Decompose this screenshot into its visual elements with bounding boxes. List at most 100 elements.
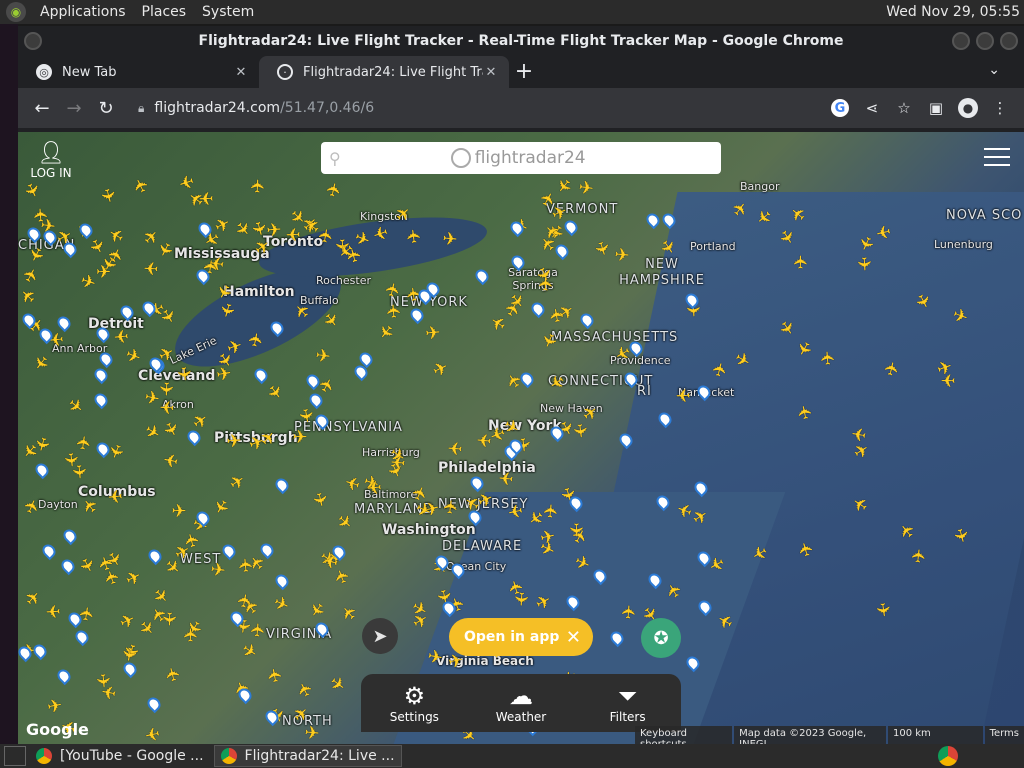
plane-icon[interactable]: ✈ bbox=[226, 470, 251, 496]
taskbar-item-youtube[interactable]: [YouTube - Google ... bbox=[30, 745, 210, 767]
filters-button[interactable]: ⏷ Filters bbox=[588, 682, 668, 724]
plane-icon[interactable]: ✈ bbox=[618, 602, 640, 621]
window-titlebar[interactable]: Flightradar24: Live Flight Tracker - Rea… bbox=[18, 26, 1024, 56]
plane-icon[interactable]: ✈ bbox=[818, 349, 840, 368]
plane-icon[interactable]: ✈ bbox=[872, 600, 895, 620]
plane-icon[interactable]: ✈ bbox=[19, 179, 44, 203]
plane-icon[interactable]: ✈ bbox=[111, 325, 131, 347]
airport-pin-icon[interactable] bbox=[55, 667, 74, 686]
plane-icon[interactable]: ✈ bbox=[291, 427, 309, 448]
login-button[interactable]: 👤︎ LOG IN bbox=[30, 142, 72, 181]
airport-pin-icon[interactable] bbox=[272, 475, 292, 494]
plane-icon[interactable]: ✈ bbox=[324, 672, 350, 698]
airport-pin-icon[interactable] bbox=[252, 366, 271, 385]
taskbar-item-flightradar[interactable]: Flightradar24: Live ... bbox=[213, 745, 402, 767]
airport-pin-icon[interactable] bbox=[272, 571, 291, 591]
show-desktop-icon[interactable] bbox=[4, 746, 26, 766]
plane-icon[interactable]: ✈ bbox=[19, 263, 45, 287]
airport-pin-icon[interactable] bbox=[92, 390, 111, 409]
plane-icon[interactable]: ✈ bbox=[73, 554, 99, 578]
menu-system[interactable]: System bbox=[194, 4, 262, 20]
plane-icon[interactable]: ✈ bbox=[245, 330, 268, 351]
airport-pin-icon[interactable] bbox=[643, 210, 663, 229]
plane-icon[interactable]: ✈ bbox=[181, 626, 202, 644]
plane-icon[interactable]: ✈ bbox=[77, 271, 100, 296]
airport-pin-icon[interactable] bbox=[473, 266, 492, 285]
address-bar[interactable]: 🔒︎ flightradar24.com/51.47,0.46/6 bbox=[130, 93, 816, 123]
hamburger-menu-icon[interactable] bbox=[984, 148, 1010, 172]
airport-pin-icon[interactable] bbox=[145, 547, 164, 566]
plane-icon[interactable]: ✈ bbox=[73, 433, 96, 453]
plane-icon[interactable]: ✈ bbox=[510, 590, 532, 609]
airport-pin-icon[interactable] bbox=[33, 460, 52, 479]
plane-icon[interactable]: ✈ bbox=[496, 466, 516, 488]
plane-icon[interactable]: ✈ bbox=[129, 173, 154, 197]
settings-button[interactable]: ⚙ Settings bbox=[374, 682, 454, 724]
plane-icon[interactable]: ✈ bbox=[331, 510, 356, 536]
plane-icon[interactable]: ✈ bbox=[909, 546, 931, 566]
plane-icon[interactable]: ✈ bbox=[791, 253, 812, 271]
plane-icon[interactable]: ✈ bbox=[403, 226, 426, 246]
plane-icon[interactable]: ✈ bbox=[122, 565, 146, 591]
plane-icon[interactable]: ✈ bbox=[207, 559, 227, 582]
forward-button[interactable]: → bbox=[58, 92, 90, 124]
plane-icon[interactable]: ✈ bbox=[162, 663, 186, 685]
side-panel-icon[interactable]: ▣ bbox=[920, 92, 952, 124]
plane-icon[interactable]: ✈ bbox=[446, 436, 465, 458]
plane-icon[interactable]: ✈ bbox=[105, 222, 130, 248]
reload-button[interactable]: ↻ bbox=[90, 92, 122, 124]
plane-icon[interactable]: ✈ bbox=[160, 448, 181, 471]
clock[interactable]: Wed Nov 29, 05:55 bbox=[886, 4, 1024, 20]
plane-icon[interactable]: ✈ bbox=[674, 384, 693, 406]
chrome-menu-icon[interactable]: ⋮ bbox=[984, 92, 1016, 124]
plane-icon[interactable]: ✈ bbox=[293, 677, 318, 701]
plane-icon[interactable]: ✈ bbox=[31, 205, 53, 224]
menu-places[interactable]: Places bbox=[134, 4, 195, 20]
plane-icon[interactable]: ✈ bbox=[853, 255, 875, 274]
plane-icon[interactable]: ✈ bbox=[44, 600, 63, 622]
plane-icon[interactable]: ✈ bbox=[63, 394, 88, 420]
plane-icon[interactable]: ✈ bbox=[236, 555, 258, 575]
airport-pin-icon[interactable] bbox=[60, 526, 79, 546]
tab-flightradar[interactable]: · Flightradar24: Live Flight Trac ✕ bbox=[259, 56, 509, 88]
plane-icon[interactable]: ✈ bbox=[106, 484, 126, 506]
tab-search-chevron-icon[interactable]: ⌄ bbox=[988, 62, 1000, 78]
plane-icon[interactable]: ✈ bbox=[372, 318, 398, 344]
profile-avatar-icon[interactable]: ● bbox=[952, 92, 984, 124]
plane-icon[interactable]: ✈ bbox=[122, 344, 145, 369]
tab-new-tab[interactable]: ◎ New Tab ✕ bbox=[18, 56, 259, 88]
plane-icon[interactable]: ✈ bbox=[214, 363, 235, 386]
system-logo-icon[interactable]: ◉ bbox=[6, 2, 26, 22]
plane-icon[interactable]: ✈ bbox=[175, 169, 198, 194]
scale-bar[interactable]: 100 km bbox=[888, 726, 983, 744]
plane-icon[interactable]: ✈ bbox=[708, 359, 732, 381]
close-window-button[interactable] bbox=[1000, 32, 1018, 50]
plane-icon[interactable]: ✈ bbox=[91, 671, 113, 691]
plane-icon[interactable]: ✈ bbox=[294, 405, 317, 426]
plane-icon[interactable]: ✈ bbox=[224, 431, 243, 453]
lock-icon[interactable]: 🔒︎ bbox=[138, 101, 144, 116]
plane-icon[interactable]: ✈ bbox=[95, 185, 119, 207]
window-menu-button[interactable] bbox=[24, 32, 42, 50]
new-tab-button[interactable]: + bbox=[509, 56, 539, 88]
plane-icon[interactable]: ✈ bbox=[181, 529, 205, 551]
plane-icon[interactable]: ✈ bbox=[237, 639, 262, 665]
plane-icon[interactable]: ✈ bbox=[234, 591, 257, 612]
google-lens-icon[interactable]: G bbox=[824, 92, 856, 124]
airport-pin-icon[interactable] bbox=[91, 365, 110, 385]
airport-pin-icon[interactable] bbox=[578, 310, 597, 330]
tray-chrome-icon[interactable] bbox=[938, 746, 958, 766]
plane-icon[interactable]: ✈ bbox=[303, 596, 329, 622]
plane-icon[interactable]: ✈ bbox=[429, 357, 453, 382]
plane-icon[interactable]: ✈ bbox=[939, 369, 957, 390]
plane-icon[interactable]: ✈ bbox=[142, 256, 161, 278]
plane-icon[interactable]: ✈ bbox=[207, 493, 233, 518]
terms-link[interactable]: Terms bbox=[984, 726, 1024, 744]
plane-icon[interactable]: ✈ bbox=[544, 368, 569, 394]
plane-icon[interactable]: ✈ bbox=[576, 177, 596, 200]
plane-icon[interactable]: ✈ bbox=[302, 723, 322, 744]
plane-icon[interactable]: ✈ bbox=[197, 187, 216, 209]
close-icon[interactable]: ✕ bbox=[566, 627, 581, 648]
plane-icon[interactable]: ✈ bbox=[337, 600, 363, 625]
plane-icon[interactable]: ✈ bbox=[308, 489, 332, 511]
